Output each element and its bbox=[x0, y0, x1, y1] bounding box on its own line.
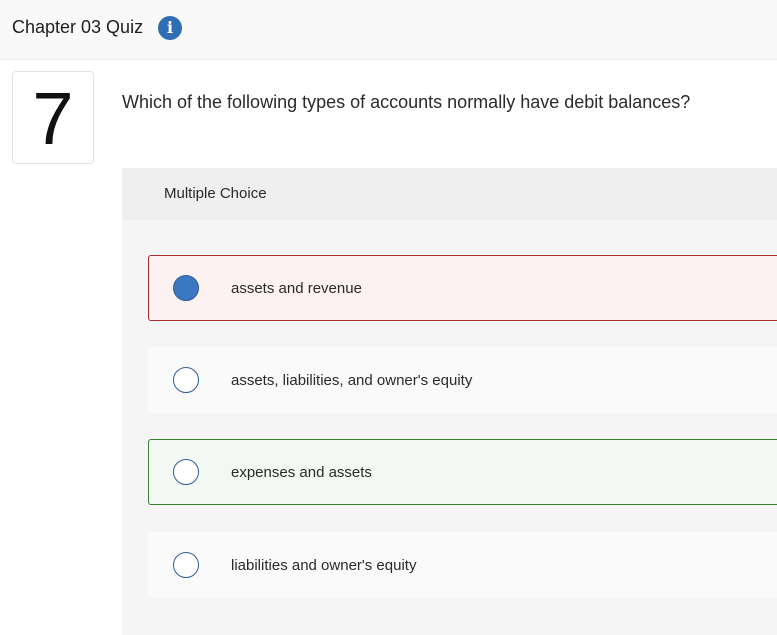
choice-label: assets, liabilities, and owner's equity bbox=[231, 372, 473, 389]
choice-label: assets and revenue bbox=[231, 280, 362, 297]
radio-unselected-icon[interactable] bbox=[173, 459, 199, 485]
quiz-header: Chapter 03 Quiz i bbox=[0, 0, 777, 60]
choice-option-3[interactable]: expenses and assets bbox=[148, 439, 777, 505]
choice-option-4[interactable]: liabilities and owner's equity bbox=[148, 532, 777, 598]
choice-label: liabilities and owner's equity bbox=[231, 557, 417, 574]
choice-option-1[interactable]: assets and revenue bbox=[148, 255, 777, 321]
question-number-box: 7 bbox=[12, 71, 94, 164]
radio-unselected-icon[interactable] bbox=[173, 367, 199, 393]
quiz-title: Chapter 03 Quiz bbox=[12, 17, 144, 37]
question-text: Which of the following types of accounts… bbox=[122, 92, 691, 112]
radio-unselected-icon[interactable] bbox=[173, 552, 199, 578]
choice-option-2[interactable]: assets, liabilities, and owner's equity bbox=[148, 347, 777, 413]
question-type-label: Multiple Choice bbox=[164, 185, 267, 202]
question-number: 7 bbox=[32, 77, 74, 160]
info-icon[interactable]: i bbox=[158, 16, 182, 40]
radio-selected-icon[interactable] bbox=[173, 275, 199, 301]
question-type-header: Multiple Choice bbox=[122, 168, 777, 220]
choice-label: expenses and assets bbox=[231, 464, 372, 481]
